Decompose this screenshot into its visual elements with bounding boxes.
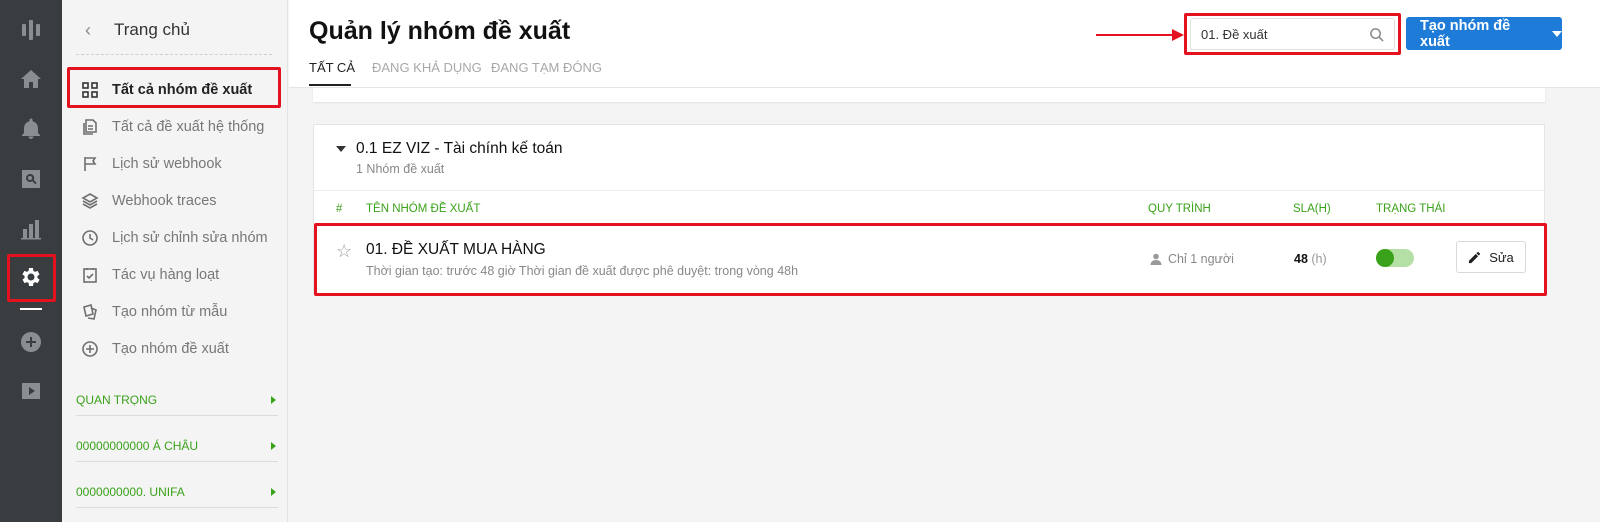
row-sla-unit: (h) (1311, 252, 1327, 266)
sidebar-item-create-group[interactable]: Tạo nhóm đề xuất (68, 330, 280, 367)
search-input[interactable] (1191, 20, 1361, 48)
row-group-name[interactable]: 01. ĐỀ XUẤT MUA HÀNG (366, 241, 546, 259)
group-card-header[interactable]: 0.1 EZ VIZ - Tài chính kế toán 1 Nhóm đề… (314, 125, 1546, 191)
column-header-index: # (336, 203, 343, 215)
sidebar: ‹ Trang chủ Tất cả nhóm đề xuất Tất cả đ… (62, 0, 288, 522)
row-sla: 48 (h) (1294, 252, 1327, 266)
cards-icon (68, 303, 112, 321)
tab-paused[interactable]: ĐANG TẠM ĐÓNG (491, 60, 602, 75)
documents-icon (68, 118, 112, 136)
annotation-arrow-line (1096, 34, 1176, 36)
sidebar-group-label: 00000000000 Á CHÂU (76, 438, 199, 453)
sidebar-item-label: Lịch sử webhook (112, 155, 222, 172)
chevron-left-icon: ‹ (85, 19, 91, 40)
grid-icon (68, 81, 112, 99)
pencil-icon (1469, 251, 1481, 263)
row-process: Chỉ 1 người (1150, 252, 1234, 266)
page-header: Quản lý nhóm đề xuất TẤT CẢ ĐANG KHẢ DỤN… (289, 0, 1600, 88)
sidebar-item-edit-history[interactable]: Lịch sử chỉnh sửa nhóm (68, 219, 280, 256)
caret-right-icon (271, 441, 276, 450)
icon-rail (0, 0, 62, 522)
gear-icon[interactable] (0, 255, 62, 299)
sidebar-item-from-template[interactable]: Tạo nhóm từ mẫu (68, 293, 280, 330)
tab-all[interactable]: TẤT CẢ (309, 60, 355, 75)
layers-icon (68, 192, 112, 210)
group-card-title: 0.1 EZ VIZ - Tài chính kế toán (356, 140, 563, 157)
sidebar-item-webhook-traces[interactable]: Webhook traces (68, 182, 280, 219)
column-header-name[interactable]: TÊN NHÓM ĐỀ XUẤT (366, 203, 480, 215)
group-card-subtitle: 1 Nhóm đề xuất (356, 162, 445, 176)
sidebar-group-label: QUAN TRỌNG (76, 392, 158, 407)
search-report-icon[interactable] (0, 157, 62, 201)
sidebar-item-label: Tất cả nhóm đề xuất (112, 81, 253, 98)
sidebar-group-quan-trong[interactable]: QUAN TRỌNG (76, 384, 278, 416)
bell-icon[interactable] (0, 107, 62, 151)
rail-divider (20, 308, 42, 310)
sidebar-group-unifa[interactable]: 0000000000. UNIFA (76, 476, 278, 508)
column-header-process[interactable]: QUY TRÌNH (1148, 203, 1211, 215)
sidebar-item-label: Lịch sử chỉnh sửa nhóm (112, 229, 268, 246)
checklist-icon (68, 266, 112, 284)
clock-icon (68, 229, 112, 247)
search-icon[interactable] (1361, 27, 1391, 42)
sidebar-item-label: Tất cả đề xuất hệ thống (112, 118, 265, 135)
tab-indicator (309, 84, 351, 86)
caret-down-icon (1552, 30, 1562, 37)
create-group-label: Tạo nhóm đề xuất (1420, 17, 1511, 50)
plus-circle-icon[interactable] (0, 320, 62, 364)
row-process-label: Chỉ 1 người (1168, 252, 1234, 266)
sidebar-group-a-chau[interactable]: 00000000000 Á CHÂU (76, 430, 278, 462)
star-icon[interactable]: ☆ (336, 241, 352, 262)
edit-button-label: Sửa (1489, 249, 1514, 265)
sidebar-home[interactable]: ‹ Trang chủ (62, 12, 288, 48)
create-group-button[interactable]: Tạo nhóm đề xuất (1406, 17, 1562, 50)
user-icon (1150, 253, 1162, 265)
row-group-desc: Thời gian tạo: trước 48 giờ Thời gian đề… (366, 264, 799, 278)
home-icon[interactable] (0, 57, 62, 101)
sidebar-item-label: Webhook traces (112, 192, 217, 209)
row-sla-value: 48 (1294, 252, 1308, 266)
search-box (1190, 18, 1395, 50)
caret-right-icon (271, 487, 276, 496)
column-header-sla[interactable]: SLA(H) (1293, 203, 1331, 215)
logo-icon[interactable] (0, 8, 62, 52)
sidebar-item-bulk-actions[interactable]: Tác vụ hàng loạt (68, 256, 280, 293)
group-card: 0.1 EZ VIZ - Tài chính kế toán 1 Nhóm đề… (313, 124, 1546, 294)
sidebar-divider (76, 54, 272, 55)
sidebar-item-label: Tạo nhóm đề xuất (112, 340, 229, 357)
play-icon[interactable] (0, 369, 62, 413)
column-header-status[interactable]: TRẠNG THÁI (1376, 203, 1445, 215)
chart-icon[interactable] (0, 207, 62, 251)
sidebar-item-all-system[interactable]: Tất cả đề xuất hệ thống (68, 108, 280, 145)
status-toggle[interactable] (1376, 249, 1414, 267)
app-root: ‹ Trang chủ Tất cả nhóm đề xuất Tất cả đ… (0, 0, 1600, 522)
page-title: Quản lý nhóm đề xuất (309, 17, 571, 45)
tab-active[interactable]: ĐANG KHẢ DỤNG (372, 60, 482, 75)
sidebar-item-label: Tác vụ hàng loạt (112, 266, 220, 283)
caret-down-icon (336, 146, 346, 152)
plus-circle-icon (68, 340, 112, 358)
flag-icon (68, 155, 112, 173)
edit-button[interactable]: Sửa (1456, 241, 1526, 273)
caret-right-icon (271, 395, 276, 404)
annotation-arrow-head (1172, 29, 1184, 41)
previous-card-edge (313, 88, 1545, 102)
sidebar-item-all-groups[interactable]: Tất cả nhóm đề xuất (68, 71, 280, 108)
sidebar-group-label: 0000000000. UNIFA (76, 484, 185, 499)
sidebar-home-label: Trang chủ (114, 20, 190, 39)
sidebar-item-label: Tạo nhóm từ mẫu (112, 303, 228, 320)
status-toggle-knob (1376, 249, 1394, 267)
sidebar-item-webhook-history[interactable]: Lịch sử webhook (68, 145, 280, 182)
